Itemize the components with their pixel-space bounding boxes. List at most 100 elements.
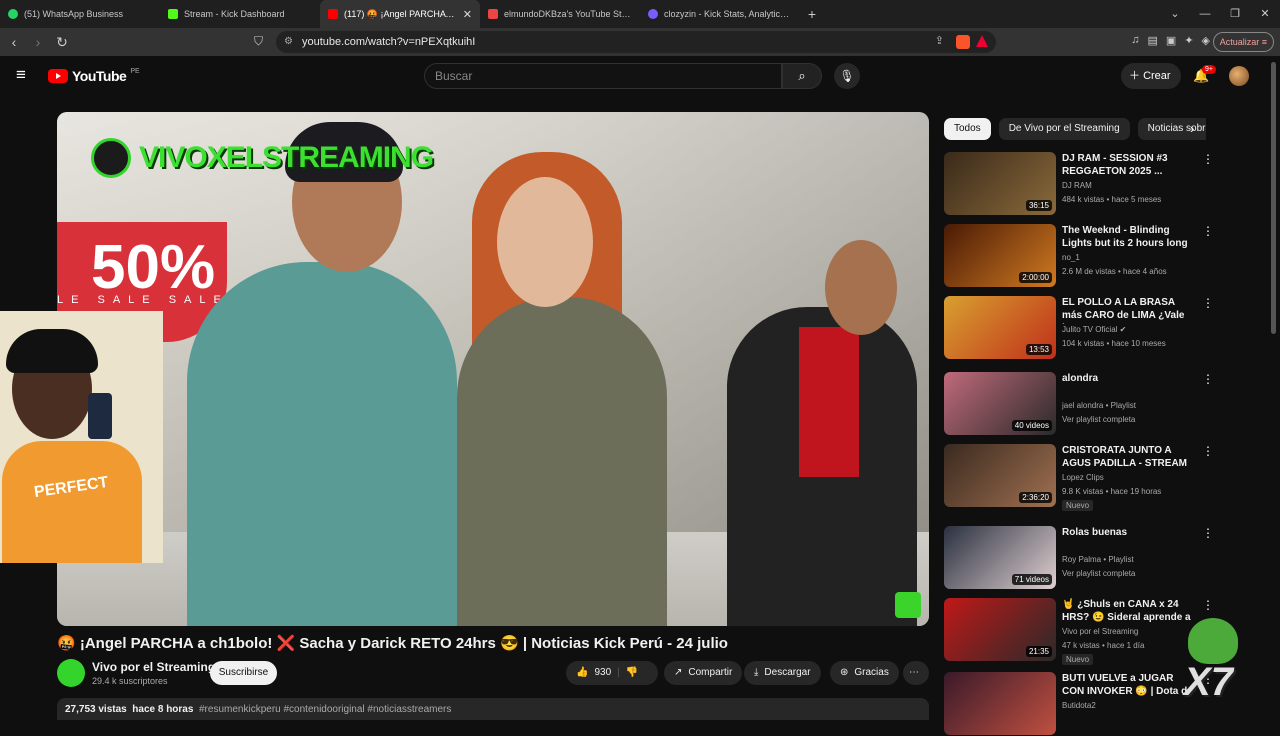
tab-title: Stream - Kick Dashboard [184, 9, 285, 19]
recommendation-thumbnail[interactable]: 36:15 [944, 152, 1056, 215]
cartoon-phone [88, 393, 112, 439]
reading-list-icon[interactable]: ▤ [1148, 34, 1158, 47]
recommendation-item[interactable]: 40 videos alondra jael alondra • Playlist V… [944, 372, 1244, 436]
recommendation-thumbnail[interactable] [944, 672, 1056, 735]
recommendation-channel[interactable]: DJ RAM [1062, 181, 1092, 190]
browser-tab-kick-dashboard[interactable]: Stream - Kick Dashboard [160, 0, 320, 28]
recommendation-thumbnail[interactable]: 21:35 [944, 598, 1056, 661]
scrollbar[interactable] [1271, 62, 1276, 334]
recommendation-title[interactable]: DJ RAM - SESSION #3 REGGAETON 2025 ... [1062, 152, 1194, 178]
video-player[interactable]: 50% LE SALE SALE VIVOXELSTREAMING [57, 112, 929, 626]
reload-icon[interactable]: ↻ [52, 34, 72, 51]
bookmark-icon[interactable]: ⛉ [254, 34, 263, 49]
music-icon[interactable]: ♫ [1131, 34, 1139, 47]
close-window-icon[interactable]: ✕ [1250, 0, 1280, 28]
site-info-icon[interactable]: ⚙ [284, 36, 293, 47]
more-options-icon[interactable]: ⋮ [1202, 296, 1214, 310]
brand-badge-icon [91, 138, 131, 178]
recommendation-channel[interactable]: Roy Palma • Playlist [1062, 555, 1134, 564]
minimize-icon[interactable]: — [1190, 0, 1220, 28]
like-count[interactable]: 930 [594, 661, 611, 685]
more-options-icon[interactable]: ⋮ [1202, 526, 1214, 540]
recommendation-channel[interactable]: Vivo por el Streaming [1062, 627, 1138, 636]
hashtags[interactable]: #resumenkickperu #contenidooriginal #not… [199, 704, 451, 715]
channel-name[interactable]: Vivo por el Streaming [92, 660, 215, 674]
brave-shields-icon[interactable] [956, 35, 970, 49]
recommendation-thumbnail[interactable]: 40 videos [944, 372, 1056, 435]
create-label: Crear [1143, 70, 1171, 82]
recommendation-title[interactable]: Rolas buenas [1062, 526, 1194, 539]
recommendation-item[interactable]: 71 videos Rolas buenas Roy Palma • Playlis… [944, 526, 1244, 590]
recommendation-channel[interactable]: Lopez Clips [1062, 473, 1104, 482]
subscribe-button[interactable]: Suscribirse [210, 661, 277, 685]
chevron-right-icon[interactable]: › [1190, 121, 1194, 136]
thanks-button[interactable]: ⊛ Gracias [830, 661, 899, 685]
video-duration: 40 videos [1011, 420, 1052, 431]
recommendation-channel[interactable]: jael alondra • Playlist [1062, 401, 1136, 410]
create-button[interactable]: ＋ Crear [1121, 63, 1181, 89]
back-icon[interactable]: ‹ [4, 34, 24, 50]
recommendation-item[interactable]: 36:15 DJ RAM - SESSION #3 REGGAETON 2025 … [944, 152, 1244, 216]
recommendation-item[interactable]: 2:00:00 The Weeknd - Blinding Lights but … [944, 224, 1244, 288]
new-tab-button[interactable]: + [800, 6, 824, 22]
voice-search-button[interactable]: 🎙 [834, 63, 860, 89]
chip-from-channel[interactable]: De Vivo por el Streaming [998, 118, 1130, 140]
menu-icon[interactable]: ≡ [16, 66, 26, 83]
browser-tab-whatsapp[interactable]: (51) WhatsApp Business [0, 0, 160, 28]
kick-stats-icon [648, 9, 658, 19]
wallet-icon[interactable]: ▣ [1166, 34, 1176, 47]
tab-list-icon[interactable]: ⌄ [1160, 0, 1190, 28]
more-options-icon[interactable]: ⋮ [1202, 152, 1214, 166]
browser-tab-strip: (51) WhatsApp Business Stream - Kick Das… [0, 0, 1280, 28]
recommendation-channel[interactable]: Butidota2 [1062, 701, 1096, 710]
recommendation-thumbnail[interactable]: 2:00:00 [944, 224, 1056, 287]
recommendation-meta: 2.6 M de vistas • hace 4 años [1062, 267, 1167, 276]
more-options-icon[interactable]: ⋮ [1202, 598, 1214, 612]
recommendation-thumbnail[interactable]: 13:53 [944, 296, 1056, 359]
more-options-icon[interactable]: ⋮ [1202, 444, 1214, 458]
recommendation-title[interactable]: CRISTORATA JUNTO A AGUS PADILLA - STREAM… [1062, 444, 1194, 472]
share-page-icon[interactable]: ⇪ [935, 34, 944, 47]
search-input[interactable]: Buscar [424, 63, 782, 89]
view-count: 27,753 vistas [65, 704, 127, 715]
update-button[interactable]: Actualizar ≡ [1212, 32, 1274, 52]
more-options-icon[interactable]: ⋮ [1202, 372, 1214, 386]
youtube-logo[interactable]: YouTube PE [48, 68, 140, 84]
recommendation-thumbnail[interactable]: 71 videos [944, 526, 1056, 589]
browser-tab-kick-stats[interactable]: clozyzin - Kick Stats, Analytics and C [640, 0, 800, 28]
extensions-icon[interactable]: ✦ [1184, 34, 1193, 47]
maximize-icon[interactable]: ❐ [1220, 0, 1250, 28]
recommendation-item[interactable]: 13:53 EL POLLO A LA BRASA más CARO de LIM… [944, 296, 1244, 360]
dislike-icon[interactable]: 👎 [626, 661, 638, 685]
recommendation-title[interactable]: alondra [1062, 372, 1194, 385]
channel-avatar[interactable] [57, 659, 85, 687]
recommendation-thumbnail[interactable]: 2:36:20 [944, 444, 1056, 507]
recommendation-item[interactable]: 2:36:20 CRISTORATA JUNTO A AGUS PADILLA -… [944, 444, 1244, 511]
recommendation-title[interactable]: EL POLLO A LA BRASA más CARO de LIMA ¿Va… [1062, 296, 1194, 324]
more-options-icon[interactable]: ⋮ [1202, 224, 1214, 238]
tab-title: elmundoDKBza's YouTube Statistics [504, 9, 632, 19]
brave-rewards-icon[interactable] [976, 35, 988, 47]
download-button[interactable]: ⤓ Descargar [744, 661, 821, 685]
more-actions-button[interactable]: ⋯ [903, 661, 929, 685]
recommendation-channel[interactable]: no_1 [1062, 253, 1080, 262]
chip-news[interactable]: Noticias sobre [1137, 118, 1206, 140]
account-avatar[interactable] [1229, 66, 1249, 86]
chip-all[interactable]: Todos [944, 118, 991, 140]
browser-tab-youtube-stats[interactable]: elmundoDKBza's YouTube Statistics [480, 0, 640, 28]
share-button[interactable]: ↗ Compartir [664, 661, 743, 685]
recommendation-title[interactable]: The Weeknd - Blinding Lights but its 2 h… [1062, 224, 1194, 250]
tab-title: (117) 🤬 ¡Angel PARCHA a ch1b [344, 8, 457, 19]
vpn-icon[interactable]: ◈ [1202, 34, 1210, 47]
person-center-face [497, 177, 593, 307]
cartoon-shirt [2, 441, 142, 563]
description-box[interactable]: 27,753 vistas hace 8 horas #resumenkickp… [57, 698, 929, 720]
search-button[interactable]: ⌕ [782, 63, 822, 89]
recommendation-channel[interactable]: Julito TV Oficial ✔ [1062, 325, 1126, 334]
address-bar[interactable]: ⚙ youtube.com/watch?v=nPEXqtkuihI ⇪ [276, 31, 996, 53]
close-tab-icon[interactable]: ✕ [463, 8, 472, 21]
forward-icon[interactable]: › [28, 34, 48, 50]
browser-tab-youtube-active[interactable]: (117) 🤬 ¡Angel PARCHA a ch1b ✕ [320, 0, 480, 28]
frog-face [1188, 618, 1238, 664]
like-icon[interactable]: 👍 [576, 661, 588, 685]
